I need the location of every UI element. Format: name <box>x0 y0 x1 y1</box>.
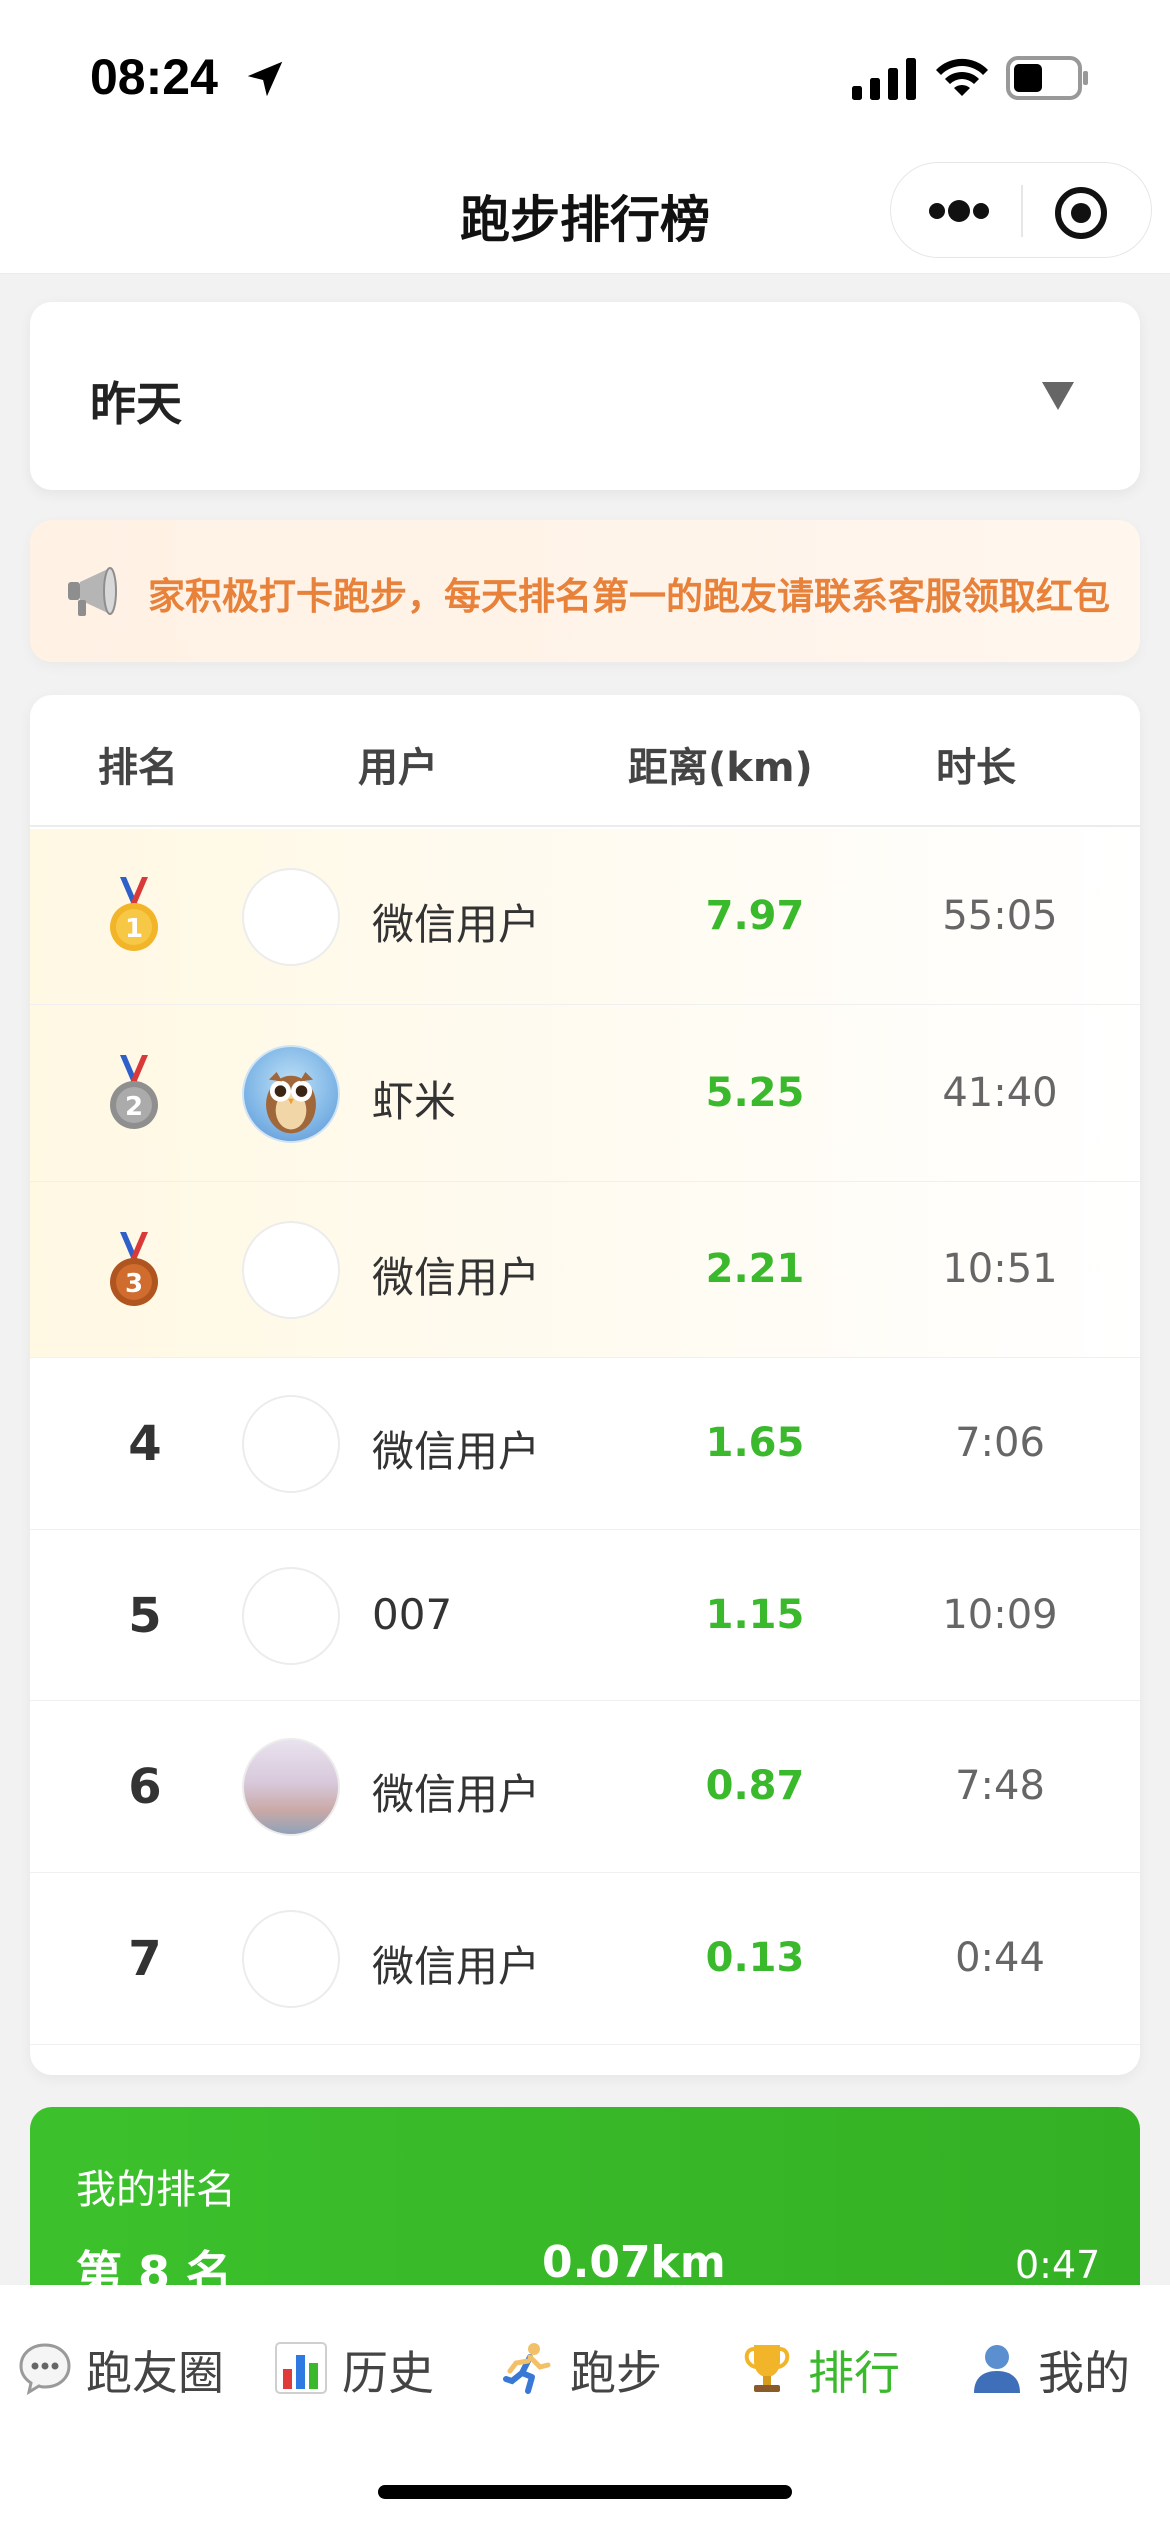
duration-value: 10:09 <box>942 1592 1058 1638</box>
tab-label: 我的 <box>1038 2346 1130 2400</box>
rank-number: 5 <box>128 1588 162 1644</box>
user-name: 微信用户 <box>372 1427 541 1476</box>
avatar <box>242 1045 340 1143</box>
column-header-distance: 距离(km) <box>628 745 813 791</box>
distance-value: 2.21 <box>705 1246 805 1292</box>
distance-value: 0.13 <box>705 1935 805 1981</box>
distance-value: 1.15 <box>705 1592 805 1638</box>
my-rank-duration: 0:47 <box>1015 2243 1101 2287</box>
date-filter-dropdown[interactable]: 昨天 <box>30 302 1140 490</box>
user-name: 虾米 <box>372 1077 457 1126</box>
nav-bar: 跑步排行榜 <box>0 150 1170 274</box>
user-name: 微信用户 <box>372 900 541 949</box>
bar-chart-icon <box>275 2342 327 2394</box>
svg-text:2: 2 <box>125 1092 143 1122</box>
status-bar: 08:24 <box>0 0 1170 150</box>
duration-value: 7:48 <box>955 1763 1045 1809</box>
duration-value: 7:06 <box>955 1420 1045 1466</box>
tab-mine[interactable]: 我的 <box>968 2325 1148 2405</box>
duration-value: 10:51 <box>942 1246 1058 1292</box>
tab-label: 跑步 <box>570 2346 662 2400</box>
table-row[interactable]: 1 微信用户 7.97 55:05 <box>30 829 1140 1005</box>
bronze-medal-icon: 3 <box>110 1232 158 1306</box>
svg-text:1: 1 <box>125 914 143 944</box>
silver-medal-icon: 2 <box>110 1055 158 1129</box>
duration-value: 0:44 <box>955 1935 1045 1981</box>
user-name: 微信用户 <box>372 1253 541 1302</box>
tab-label: 跑友圈 <box>86 2346 224 2400</box>
close-mini-program-icon[interactable] <box>1053 185 1109 241</box>
tab-ranking[interactable]: 排行 <box>738 2325 908 2405</box>
user-name: 微信用户 <box>372 1770 541 1819</box>
tab-runner-circle[interactable]: 跑友圈 <box>16 2325 236 2405</box>
table-row[interactable]: 2 虾米 5.25 41:40 <box>30 1005 1140 1182</box>
avatar <box>242 1738 340 1836</box>
tab-label: 排行 <box>808 2346 900 2400</box>
runner-icon <box>503 2343 551 2394</box>
distance-value: 0.87 <box>705 1763 805 1809</box>
owl-avatar-icon <box>266 1071 316 1134</box>
notice-banner: 家积极打卡跑步，每天排名第一的跑友请联系客服领取红包 <box>30 520 1140 662</box>
location-arrow-icon <box>247 61 283 97</box>
home-indicator <box>378 2485 792 2499</box>
distance-value: 7.97 <box>705 893 805 939</box>
notice-text: 家积极打卡跑步，每天排名第一的跑友请联系客服领取红包 <box>148 575 1110 618</box>
table-row[interactable]: 7 微信用户 0.13 0:44 <box>30 1873 1140 2045</box>
column-header-user: 用户 <box>358 745 438 791</box>
table-row[interactable]: 4 微信用户 1.65 7:06 <box>30 1358 1140 1530</box>
battery-icon <box>1006 56 1088 100</box>
gold-medal-icon: 1 <box>110 877 158 951</box>
chat-bubble-icon <box>19 2343 71 2396</box>
column-header-rank: 排名 <box>98 745 178 791</box>
svg-text:3: 3 <box>125 1269 143 1299</box>
avatar <box>242 1395 340 1493</box>
my-rank-title: 我的排名 <box>76 2167 236 2213</box>
tab-label: 历史 <box>342 2346 434 2400</box>
cellular-signal-icon <box>852 58 916 100</box>
tab-run[interactable]: 跑步 <box>500 2325 680 2405</box>
table-row[interactable]: 3 微信用户 2.21 10:51 <box>30 1182 1140 1358</box>
duration-value: 55:05 <box>942 893 1058 939</box>
dropdown-arrow-icon <box>1042 382 1074 410</box>
trophy-icon <box>744 2345 790 2392</box>
table-header: 排名 用户 距离(km) 时长 <box>30 695 1140 827</box>
rank-number: 4 <box>128 1416 162 1472</box>
avatar <box>242 868 340 966</box>
avatar <box>242 1221 340 1319</box>
table-row[interactable]: 6 微信用户 0.87 7:48 <box>30 1701 1140 1873</box>
distance-value: 5.25 <box>705 1070 805 1116</box>
user-name: 007 <box>372 1590 453 1639</box>
column-header-duration: 时长 <box>936 745 1016 791</box>
status-time: 08:24 <box>90 49 218 105</box>
avatar <box>242 1910 340 2008</box>
rank-number: 6 <box>128 1759 162 1815</box>
ranking-table: 排名 用户 距离(km) 时长 1 微信用户 7.97 55:05 2 虾米 5… <box>30 695 1140 2075</box>
rank-number: 7 <box>128 1931 162 1987</box>
mini-program-capsule <box>890 162 1152 258</box>
wifi-icon <box>936 58 988 96</box>
duration-value: 41:40 <box>942 1070 1058 1116</box>
table-row[interactable]: 5 007 1.15 10:09 <box>30 1530 1140 1701</box>
user-icon <box>974 2345 1020 2393</box>
date-filter-value: 昨天 <box>90 377 182 431</box>
user-name: 微信用户 <box>372 1942 541 1991</box>
my-rank-distance: 0.07km <box>542 2237 726 2288</box>
avatar <box>242 1567 340 1665</box>
megaphone-icon <box>68 567 117 616</box>
tab-history[interactable]: 历史 <box>272 2325 442 2405</box>
more-icon[interactable] <box>927 193 991 229</box>
capsule-divider <box>1021 185 1023 237</box>
distance-value: 1.65 <box>705 1420 805 1466</box>
